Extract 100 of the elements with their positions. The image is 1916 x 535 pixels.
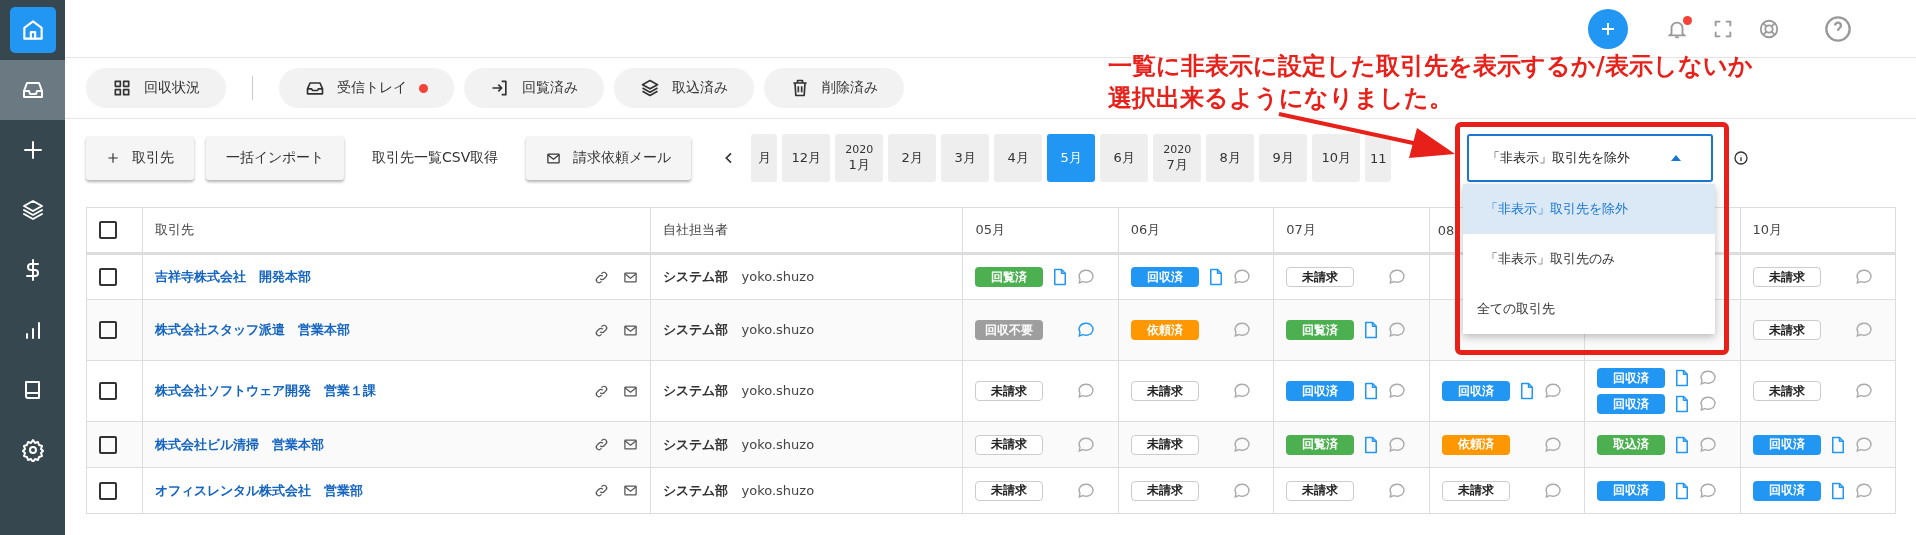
help-icon[interactable]	[1824, 14, 1852, 43]
checkbox[interactable]	[99, 221, 117, 239]
month-tab[interactable]: 8月	[1206, 134, 1255, 182]
comment-icon[interactable]	[1388, 435, 1407, 454]
status-badge[interactable]: 未請求	[975, 480, 1044, 501]
comment-icon[interactable]	[1388, 382, 1407, 400]
link-icon[interactable]	[593, 269, 609, 285]
month-tab[interactable]: 12月	[782, 134, 831, 182]
checkbox[interactable]	[99, 321, 117, 339]
column-header: 取引先	[155, 222, 195, 237]
comment-icon[interactable]	[1232, 435, 1251, 454]
mail-icon[interactable]	[622, 483, 638, 498]
checkbox[interactable]	[99, 435, 117, 454]
status-badge[interactable]: 未請求	[1286, 480, 1355, 501]
month-tab[interactable]: 6月	[1100, 134, 1149, 182]
grid-icon	[112, 78, 132, 98]
checkbox[interactable]	[99, 268, 117, 286]
month-tab[interactable]: 10月	[1312, 134, 1361, 182]
status-badge[interactable]: 未請求	[1130, 480, 1199, 501]
status-badge[interactable]: 未請求	[975, 381, 1044, 401]
comment-icon[interactable]	[1854, 481, 1873, 500]
comment-icon[interactable]	[1543, 382, 1562, 400]
mail-icon[interactable]	[622, 383, 638, 399]
checkbox[interactable]	[99, 382, 117, 400]
trash-icon	[790, 78, 810, 98]
link-icon[interactable]	[593, 483, 609, 498]
comment-icon[interactable]	[1699, 395, 1718, 413]
dropdown-option[interactable]: 「非表示」取引先を除外	[1463, 184, 1715, 234]
comment-icon[interactable]	[1854, 321, 1873, 339]
toolbar-button[interactable]: 取引先	[86, 136, 194, 180]
status-badge[interactable]: 未請求	[1752, 381, 1821, 401]
month-tab[interactable]: 2020 7月	[1153, 134, 1202, 182]
status-badge[interactable]: 未請求	[1286, 267, 1355, 287]
user-text: yoko.shuzo	[741, 383, 815, 398]
comment-icon[interactable]	[1232, 382, 1251, 400]
comment-icon[interactable]	[1699, 481, 1718, 500]
month-tab[interactable]: 3月	[941, 134, 990, 182]
link-icon[interactable]	[593, 383, 609, 399]
comment-icon[interactable]	[1388, 321, 1407, 339]
annotation-text: 一覧に非表示に設定した取引先を表示するか/表示しないか	[1108, 51, 1753, 82]
mail-icon[interactable]	[622, 322, 638, 338]
link-icon[interactable]	[593, 437, 609, 452]
toolbar-button[interactable]: 請求依頼メール	[526, 136, 692, 180]
comment-icon[interactable]	[1543, 481, 1562, 500]
home-icon	[9, 7, 56, 53]
month-tab[interactable]: 9月	[1259, 134, 1308, 182]
comment-icon[interactable]	[1077, 382, 1096, 400]
tab[interactable]: 取込済み	[614, 68, 754, 108]
comment-icon[interactable]	[1543, 435, 1562, 454]
link-icon[interactable]	[593, 322, 609, 338]
toolbar-button[interactable]: 一括インポート	[206, 136, 344, 180]
comment-icon[interactable]	[1232, 268, 1251, 286]
comment-icon[interactable]	[1854, 435, 1873, 454]
comment-icon[interactable]	[1388, 268, 1407, 286]
comment-icon[interactable]	[1077, 481, 1096, 500]
comment-icon[interactable]	[1232, 481, 1251, 500]
tab[interactable]: 回収状況	[86, 68, 226, 108]
tab[interactable]: 受信トレイ	[279, 68, 454, 108]
dropdown-option[interactable]: 全ての取引先	[1463, 284, 1715, 334]
status-badge[interactable]: 未請求	[975, 434, 1044, 455]
status-badge[interactable]: 未請求	[1441, 480, 1510, 501]
mail-icon	[546, 150, 562, 166]
month-tab[interactable]: 2月	[888, 134, 937, 182]
settings-icon	[20, 438, 45, 462]
mail-icon[interactable]	[622, 269, 638, 285]
tab[interactable]: 削除済み	[764, 68, 904, 108]
lifebuoy-icon[interactable]	[1758, 17, 1780, 40]
comment-icon[interactable]	[1388, 481, 1407, 500]
comment-icon[interactable]	[1077, 435, 1096, 454]
status-badge[interactable]: 未請求	[1130, 381, 1199, 401]
comment-icon[interactable]	[1077, 268, 1096, 286]
status-badge[interactable]: 未請求	[1752, 267, 1821, 287]
sidebar-item[interactable]	[0, 60, 65, 120]
info-icon[interactable]	[1733, 150, 1749, 166]
mail-icon[interactable]	[622, 437, 638, 452]
dropdown-option[interactable]: 「非表示」取引先のみ	[1463, 234, 1715, 284]
filter-select[interactable]: 「非表示」取引先を除外	[1467, 134, 1713, 182]
checkbox[interactable]	[99, 481, 117, 500]
month-tab[interactable]: 11	[1365, 134, 1392, 182]
department-text: システム部	[662, 322, 728, 337]
department-text: システム部	[662, 436, 728, 452]
comment-icon[interactable]	[1699, 369, 1718, 387]
comment-icon[interactable]	[1232, 321, 1251, 339]
column-header: 10月	[1752, 222, 1783, 237]
column-header: 自社担当者	[662, 222, 728, 237]
comment-icon[interactable]	[1077, 321, 1096, 339]
layers-icon	[640, 78, 660, 98]
comment-icon[interactable]	[1854, 382, 1873, 400]
column-header: 06月	[1130, 222, 1161, 237]
month-tab[interactable]: 月	[751, 134, 778, 182]
csv-download-button[interactable]: 取引先一覧CSV取得	[356, 136, 515, 180]
comment-icon[interactable]	[1699, 435, 1718, 454]
status-badge[interactable]: 未請求	[1752, 320, 1821, 340]
status-badge[interactable]: 未請求	[1130, 434, 1199, 455]
comment-icon[interactable]	[1854, 268, 1873, 286]
month-tab[interactable]: 4月	[994, 134, 1043, 182]
add-button[interactable]	[1588, 8, 1628, 49]
tab[interactable]: 回覧済み	[464, 68, 604, 108]
month-tab[interactable]: 2020 1月	[835, 134, 884, 182]
layers-icon	[20, 198, 45, 222]
